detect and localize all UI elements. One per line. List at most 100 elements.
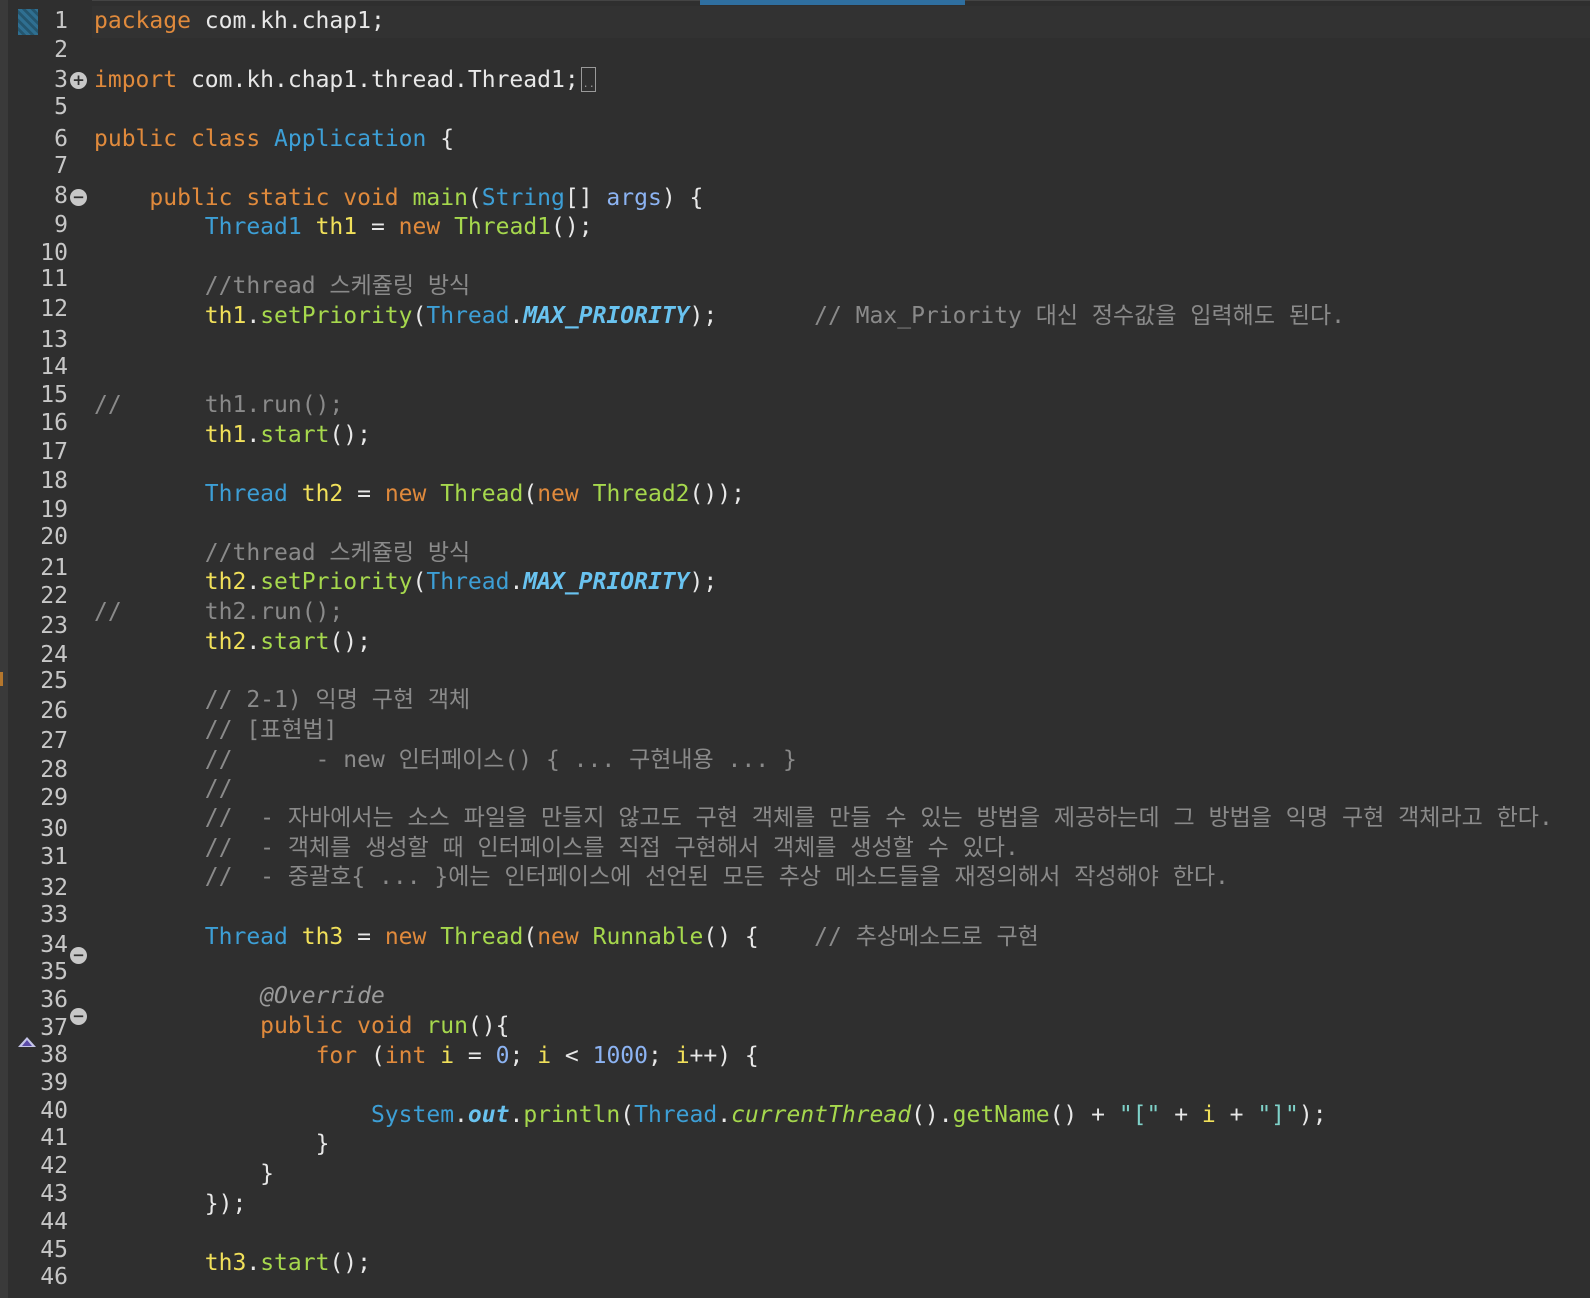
line-number: 7 xyxy=(54,153,68,179)
code-line-34: Thread th3 = new Thread(new Runnable() {… xyxy=(94,922,1039,952)
code-line-24: th2.start(); xyxy=(94,627,371,657)
collapse-icon[interactable]: − xyxy=(70,189,87,206)
bookmark-marker-icon[interactable] xyxy=(18,9,38,35)
line-number: 18 xyxy=(40,468,68,494)
method-name: main xyxy=(412,185,468,211)
code-text: ); xyxy=(1298,1102,1327,1128)
keyword: int xyxy=(384,1043,427,1069)
line-number: 19 xyxy=(40,497,68,523)
variable: i xyxy=(675,1043,690,1069)
type-name: Thread xyxy=(204,924,288,950)
keyword: package xyxy=(94,8,191,34)
code-text: ()); xyxy=(689,481,745,507)
code-line-31: // - 객체를 생성할 때 인터페이스를 직접 구현해서 객체를 생성할 수 … xyxy=(94,833,1019,863)
line-number: 29 xyxy=(40,785,68,811)
code-text: ( xyxy=(467,185,482,211)
code-editor[interactable]: 1 2 3 5 6 7 8 9 10 11 12 13 14 15 16 17 … xyxy=(0,0,1590,1298)
code-line-40: System.out.println(Thread.currentThread(… xyxy=(94,1100,1327,1130)
comment: // [표현법] xyxy=(204,717,338,743)
expand-icon[interactable]: + xyxy=(70,72,87,89)
code-text: . xyxy=(246,629,261,655)
code-text: ++) { xyxy=(689,1043,759,1069)
code-line-6: public class Application { xyxy=(94,124,454,154)
variable: th1 xyxy=(204,303,247,329)
code-text: ) { xyxy=(661,185,704,211)
line-number: 6 xyxy=(54,126,68,152)
line-number: 2 xyxy=(54,37,68,63)
folded-imports-icon[interactable] xyxy=(580,67,596,100)
annotation: @Override xyxy=(260,983,385,1009)
code-line-32: // - 중괄호{ ... }에는 인터페이스에 선언된 모든 추상 메소드들을… xyxy=(94,862,1229,892)
method-name: println xyxy=(523,1102,621,1128)
keyword: new xyxy=(384,481,427,507)
code-text: }); xyxy=(204,1191,247,1217)
code-line-1: package com.kh.chap1; xyxy=(94,6,385,36)
line-number: 35 xyxy=(40,959,68,985)
comment: //thread 스케쥴링 방식 xyxy=(204,540,471,566)
code-text: . xyxy=(717,1102,732,1128)
code-line-41: } xyxy=(94,1129,330,1159)
line-number: 31 xyxy=(40,844,68,870)
line-number: 12 xyxy=(40,296,68,322)
comment: // 추상메소드로 구현 xyxy=(814,924,1039,950)
line-number: 11 xyxy=(40,266,68,292)
variable: i xyxy=(537,1043,552,1069)
code-text: ( xyxy=(412,569,427,595)
constructor-name: Thread2 xyxy=(592,481,690,507)
code-text: ); xyxy=(689,303,718,329)
left-margin-strip xyxy=(0,0,8,1298)
variable: th2 xyxy=(301,481,344,507)
type-name: String xyxy=(481,185,565,211)
line-number: 44 xyxy=(40,1209,68,1235)
line-number: 5 xyxy=(54,94,68,120)
keyword: new xyxy=(537,481,579,507)
code-text: (); xyxy=(329,422,371,448)
line-number: 33 xyxy=(40,902,68,928)
code-line-37: public void run(){ xyxy=(94,1011,509,1041)
override-indicator-icon[interactable] xyxy=(18,1037,36,1047)
collapse-icon[interactable]: − xyxy=(70,947,87,964)
code-text: ( xyxy=(357,1043,385,1069)
type-name: Thread xyxy=(204,481,288,507)
static-method-name: currentThread xyxy=(731,1102,912,1128)
keyword: new xyxy=(398,214,441,240)
code-text: ( xyxy=(412,303,427,329)
comment: // - 중괄호{ ... }에는 인터페이스에 선언된 모든 추상 메소드들을… xyxy=(204,864,1229,890)
code-text: [] xyxy=(564,185,607,211)
line-number: 16 xyxy=(40,410,68,436)
type-name: Thread1 xyxy=(204,214,302,240)
line-number: 30 xyxy=(40,816,68,842)
line-number: 8 xyxy=(54,183,68,209)
code-text: . xyxy=(246,569,261,595)
code-text: . xyxy=(509,569,524,595)
code-text: . xyxy=(246,422,261,448)
code-text: + xyxy=(1215,1102,1258,1128)
code-line-19: Thread th2 = new Thread(new Thread2()); xyxy=(94,479,745,509)
code-line-22: th2.setPriority(Thread.MAX_PRIORITY); xyxy=(94,567,717,597)
line-number: 20 xyxy=(40,524,68,550)
collapse-icon[interactable]: − xyxy=(70,1008,87,1025)
line-number: 28 xyxy=(40,757,68,783)
line-number: 39 xyxy=(40,1070,68,1096)
comment: // 2-1) 익명 구현 객체 xyxy=(204,687,471,713)
code-line-16: // th1.run(); xyxy=(94,390,343,420)
code-text: (){ xyxy=(467,1013,510,1039)
comment: //thread 스케쥴링 방식 xyxy=(204,273,471,299)
comment: // xyxy=(204,776,233,802)
code-line-30: // - 자바에서는 소스 파일을 만들지 않고도 구현 객체를 만들 수 있는… xyxy=(94,803,1553,833)
keyword: public xyxy=(260,1013,344,1039)
line-number: 13 xyxy=(40,327,68,353)
